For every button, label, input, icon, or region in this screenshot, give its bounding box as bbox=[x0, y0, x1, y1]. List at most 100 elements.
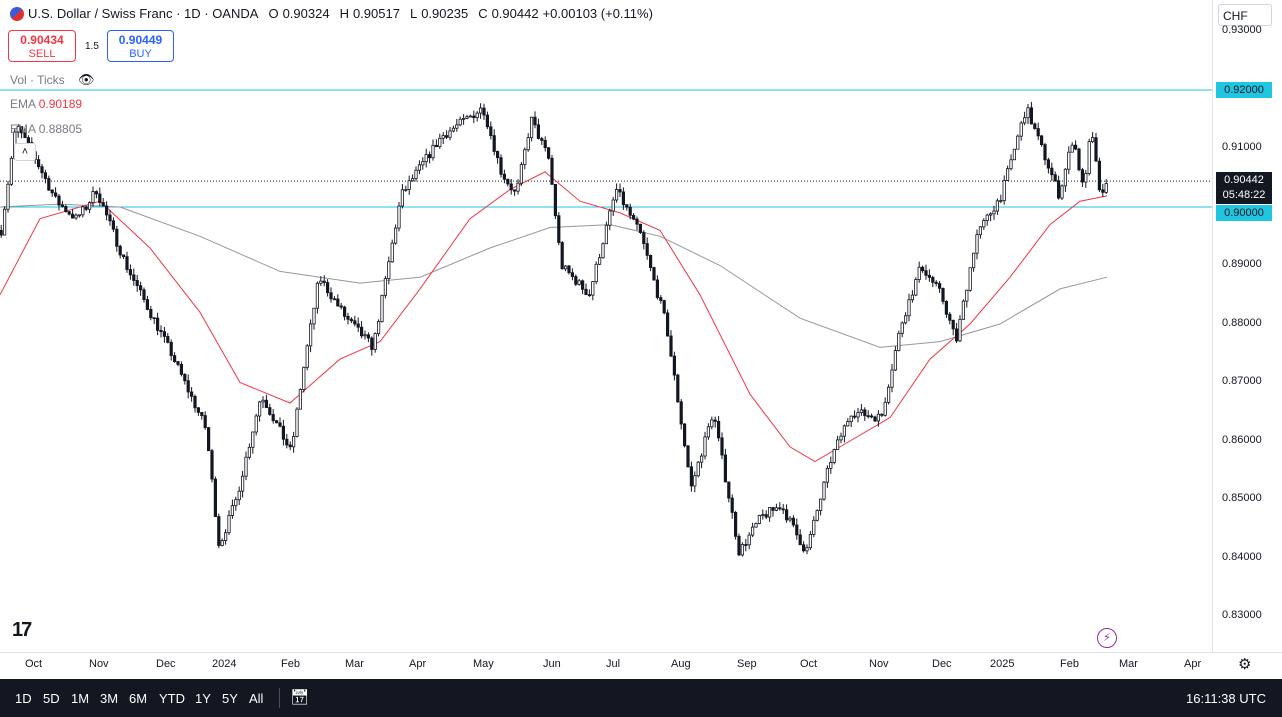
candle-body bbox=[805, 547, 809, 552]
candle-body bbox=[1033, 123, 1037, 129]
candle-body bbox=[632, 214, 636, 220]
candle-body bbox=[907, 299, 911, 317]
buy-button[interactable]: 0.90449 BUY bbox=[107, 30, 174, 62]
candle-body bbox=[686, 445, 690, 468]
candle-body bbox=[747, 534, 751, 546]
candle-body bbox=[866, 415, 870, 418]
candle-body bbox=[421, 161, 425, 166]
candle-body bbox=[618, 189, 622, 193]
time-tick: Nov bbox=[869, 658, 889, 670]
time-tick: Nov bbox=[89, 658, 109, 670]
candle-body bbox=[822, 481, 826, 500]
time-tick: Mar bbox=[1119, 658, 1138, 670]
calendar-goto-icon[interactable]: 📅︎ bbox=[290, 688, 309, 706]
toolbar-divider bbox=[279, 688, 280, 708]
candle-body bbox=[972, 252, 976, 269]
price-chart[interactable] bbox=[0, 0, 1212, 652]
candle-body bbox=[751, 526, 755, 536]
candle-body bbox=[1053, 174, 1057, 182]
candle-body bbox=[689, 466, 694, 487]
lightning-icon[interactable]: ⚡︎ bbox=[1097, 628, 1117, 648]
candle-body bbox=[455, 124, 459, 129]
buy-label: BUY bbox=[129, 48, 152, 60]
candle-body bbox=[927, 274, 932, 278]
sell-button[interactable]: 0.90434 SELL bbox=[8, 30, 76, 62]
indicator-ema-fast[interactable]: EMA 0.90189 bbox=[10, 97, 82, 111]
candle-body bbox=[645, 243, 649, 256]
candle-body bbox=[332, 298, 337, 301]
candle-body bbox=[308, 323, 313, 347]
symbol-title[interactable]: U.S. Dollar / Swiss Franc · 1D · OANDA bbox=[28, 6, 258, 21]
candle-body bbox=[176, 361, 180, 365]
range-1y-button[interactable]: 1Y bbox=[195, 691, 211, 706]
candle-body bbox=[478, 107, 483, 114]
price-tick: 0.84000 bbox=[1222, 551, 1262, 563]
candle-body bbox=[958, 318, 962, 342]
candle-body bbox=[461, 117, 466, 120]
horizontal-line-label-lower[interactable]: 0.90000 bbox=[1216, 205, 1272, 221]
candle-body bbox=[1074, 144, 1078, 150]
candle-body bbox=[679, 401, 683, 425]
range-5y-button[interactable]: 5Y bbox=[222, 691, 238, 706]
currency-selector[interactable]: CHF bbox=[1218, 4, 1272, 26]
candle-body bbox=[516, 182, 520, 192]
range-all-button[interactable]: All bbox=[249, 691, 263, 706]
candle-body bbox=[812, 519, 816, 535]
candle-body bbox=[213, 478, 217, 517]
candle-body bbox=[883, 401, 887, 416]
candle-body bbox=[200, 411, 204, 416]
time-tick: Jun bbox=[543, 658, 561, 670]
chart-area[interactable] bbox=[0, 0, 1212, 652]
indicator-ema-slow[interactable]: EMA 0.88805 bbox=[10, 122, 82, 136]
candle-body bbox=[601, 243, 605, 259]
candle-body bbox=[1043, 144, 1047, 161]
candle-body bbox=[1046, 159, 1050, 169]
range-1m-button[interactable]: 1M bbox=[71, 691, 89, 706]
time-axis[interactable] bbox=[0, 652, 1282, 680]
candle-body bbox=[975, 234, 979, 254]
candle-body bbox=[890, 369, 894, 388]
candle-body bbox=[672, 355, 677, 376]
time-tick: 2024 bbox=[212, 658, 237, 670]
tradingview-logo-icon[interactable]: 17 bbox=[12, 619, 32, 642]
candle-body bbox=[203, 415, 207, 429]
candle-body bbox=[88, 202, 92, 210]
gear-icon[interactable]: ⚙ bbox=[1238, 655, 1251, 673]
candle-body bbox=[281, 425, 286, 440]
candle-body bbox=[387, 261, 391, 279]
range-3m-button[interactable]: 3M bbox=[100, 691, 118, 706]
candle-body bbox=[342, 306, 347, 317]
range-6m-button[interactable]: 6M bbox=[129, 691, 147, 706]
candle-body bbox=[502, 173, 507, 180]
range-ytd-button[interactable]: YTD bbox=[159, 691, 185, 706]
candle-body bbox=[268, 407, 272, 415]
collapse-indicators-button[interactable]: ˄ bbox=[14, 143, 36, 161]
candle-body bbox=[81, 206, 85, 216]
candle-body bbox=[1101, 189, 1105, 193]
candle-body bbox=[564, 265, 568, 270]
candle-body bbox=[604, 224, 609, 245]
candle-body bbox=[863, 409, 867, 417]
horizontal-line-label-upper[interactable]: 0.92000 bbox=[1216, 82, 1272, 98]
candle-body bbox=[217, 516, 221, 546]
candle-body bbox=[659, 297, 663, 301]
indicator-volume[interactable]: Vol · Ticks bbox=[10, 73, 65, 87]
range-1d-button[interactable]: 1D bbox=[15, 691, 32, 706]
candle-body bbox=[696, 461, 700, 477]
candle-body bbox=[567, 265, 571, 274]
candle-body bbox=[944, 301, 949, 315]
candle-body bbox=[98, 193, 102, 203]
candle-body bbox=[169, 341, 173, 357]
high-key: H bbox=[339, 6, 349, 21]
eye-slash-icon[interactable]: 👁︎ bbox=[78, 72, 95, 88]
candle-body bbox=[9, 157, 13, 185]
range-5d-button[interactable]: 5D bbox=[43, 691, 60, 706]
candle-body bbox=[1040, 135, 1044, 146]
candle-body bbox=[615, 189, 619, 201]
utc-clock[interactable]: 16:11:38 UTC bbox=[1186, 691, 1266, 706]
candle-body bbox=[693, 475, 697, 487]
candle-body bbox=[649, 254, 653, 268]
time-tick: Feb bbox=[1060, 658, 1079, 670]
sell-label: SELL bbox=[28, 48, 56, 60]
candle-body bbox=[315, 282, 320, 309]
